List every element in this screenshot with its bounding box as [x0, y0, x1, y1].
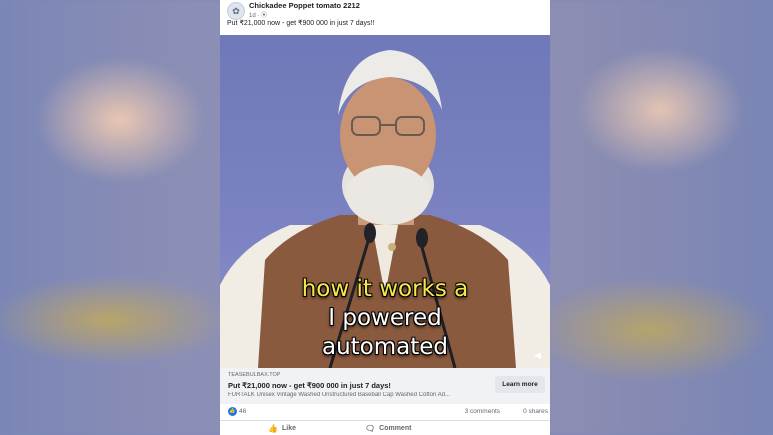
thumbs-up-outline-icon: 👍 [268, 424, 278, 433]
like-label: Like [281, 425, 296, 432]
post-actions: 👍 Like 🗨 Comment [220, 420, 550, 435]
facebook-post-card: ✿ Chickadee Poppet tomato 2212 1d · ⦿ Pu… [220, 0, 550, 435]
ad-description: FURTALK Unisex Vintage Washed Unstructur… [228, 392, 450, 398]
subtitle-line-3: automated [321, 334, 449, 360]
page-name[interactable]: Chickadee Poppet tomato 2212 [249, 1, 360, 10]
post-caption: Put ₹21,000 now - get ₹900 000 in just 7… [227, 20, 375, 27]
like-button[interactable]: 👍 Like [268, 424, 296, 433]
comment-button[interactable]: 🗨 Comment [365, 424, 411, 433]
share-count[interactable]: 0 shares [523, 408, 548, 415]
comment-count[interactable]: 3 comments [465, 408, 500, 415]
video-player[interactable]: how it works a I powered automated ◀ [220, 35, 550, 368]
thumbs-up-icon: 👍 [228, 407, 237, 416]
ad-title[interactable]: Put ₹21,000 now - get ₹900 000 in just 7… [228, 381, 391, 390]
post-header: ✿ Chickadee Poppet tomato 2212 1d · ⦿ Pu… [220, 0, 550, 34]
ad-link-bar[interactable]: TEASEBULBAX.TOP Put ₹21,000 now - get ₹9… [220, 368, 550, 404]
ad-domain: TEASEBULBAX.TOP [228, 372, 281, 378]
comment-bubble-icon: 🗨 [365, 424, 376, 433]
post-timestamp: 1d · ⦿ [249, 13, 268, 19]
learn-more-button[interactable]: Learn more [495, 376, 545, 393]
subtitle-line-2: I powered [328, 305, 442, 331]
page-avatar-icon[interactable]: ✿ [227, 2, 245, 20]
subtitle-line-1: how it works a [301, 276, 469, 302]
engagement-stats: 👍 46 3 comments 0 shares [220, 405, 550, 419]
like-count[interactable]: 46 [239, 408, 246, 415]
speaker-icon[interactable]: ◀ [534, 350, 544, 360]
video-subtitles: how it works a I powered automated [220, 275, 550, 362]
comment-label: Comment [379, 425, 412, 432]
